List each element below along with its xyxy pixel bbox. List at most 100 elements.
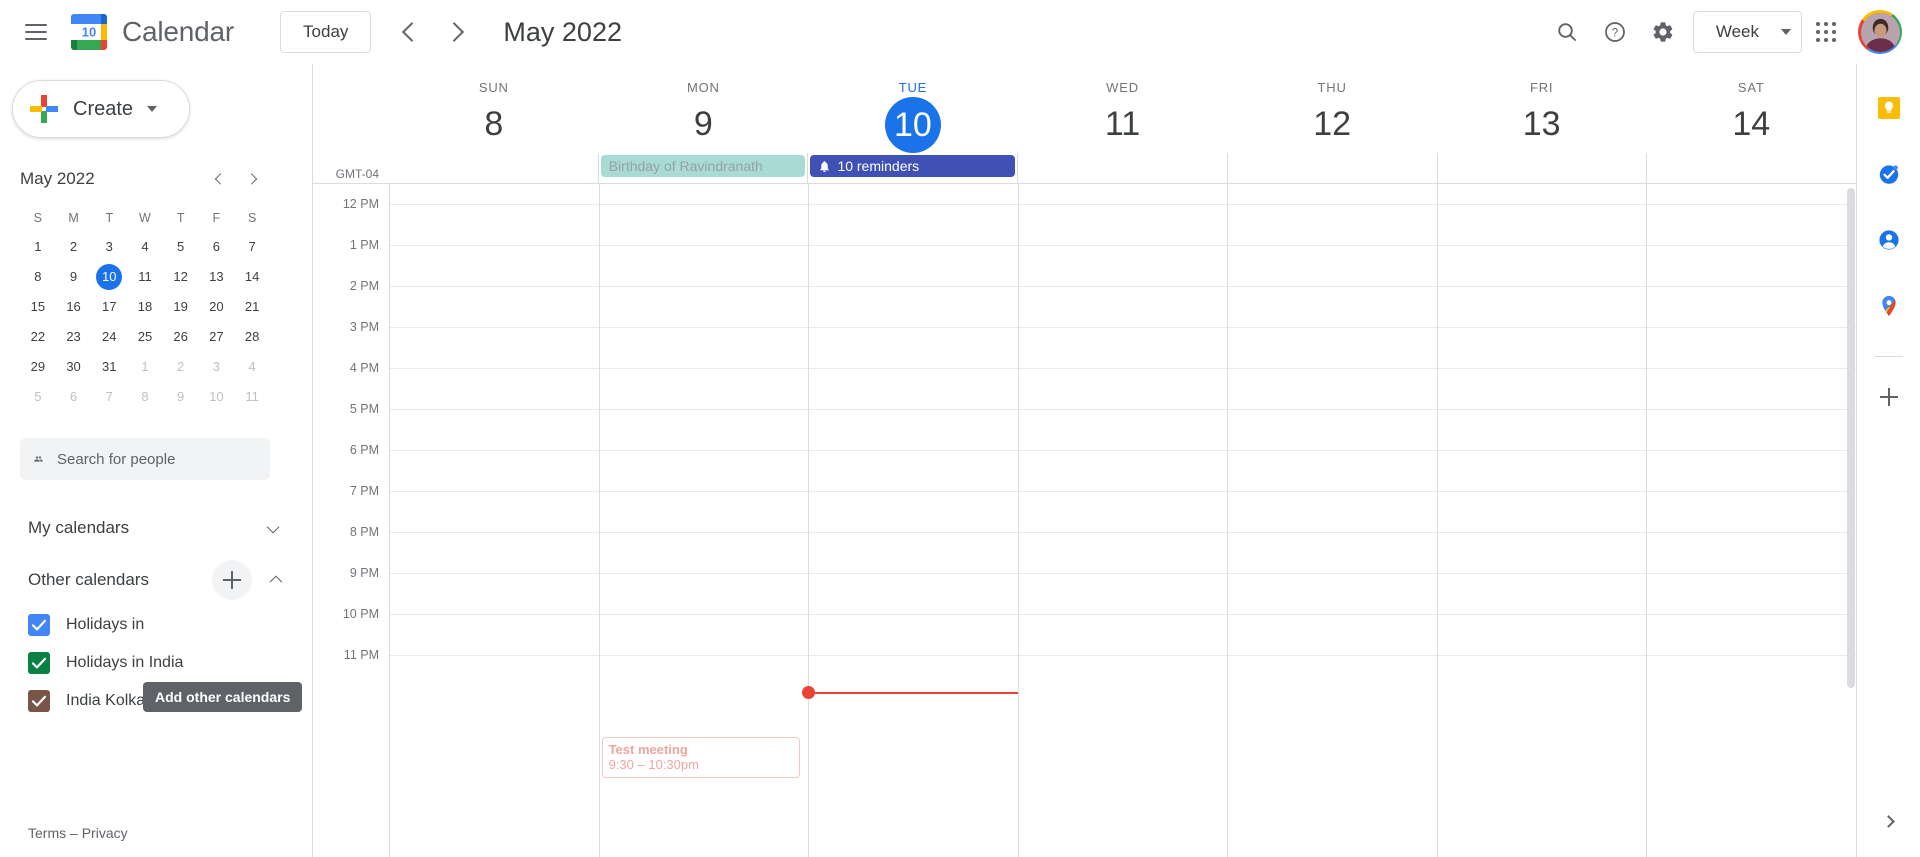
day-column[interactable] <box>389 184 599 857</box>
mini-calendar-day[interactable]: 10 <box>96 264 123 290</box>
all-day-cell[interactable] <box>1017 153 1227 183</box>
mini-calendar-day[interactable]: 23 <box>61 324 87 350</box>
day-column[interactable] <box>1227 184 1437 857</box>
mini-calendar-day[interactable]: 30 <box>61 354 87 380</box>
all-day-cell[interactable] <box>1226 153 1437 183</box>
calendar-scroll-area[interactable]: 12 PM 1 PM 2 PM 3 PM 4 PM 5 PM 6 PM 7 PM 8 PM 9 P… <box>313 184 1856 857</box>
calendar-list-item[interactable]: Holidays in India <box>10 644 302 682</box>
google-contacts-button[interactable] <box>1867 218 1911 262</box>
all-day-cell[interactable]: Birthday of Ravindranath <box>597 153 808 183</box>
mini-calendar-day[interactable]: 31 <box>96 354 122 380</box>
help-button[interactable]: ? <box>1591 8 1639 56</box>
search-button[interactable] <box>1543 8 1591 56</box>
mini-calendar-day[interactable]: 16 <box>61 294 87 320</box>
mini-calendar-day[interactable]: 5 <box>25 384 51 410</box>
day-number-button[interactable]: 10 <box>884 97 941 153</box>
calendar-list-item[interactable]: Holidays in <box>10 606 302 644</box>
mini-calendar-day[interactable]: 11 <box>239 384 265 410</box>
mini-calendar-day[interactable]: 4 <box>132 234 158 260</box>
mini-calendar-day[interactable]: 9 <box>168 384 194 410</box>
scrollbar-thumb[interactable] <box>1847 188 1855 688</box>
all-day-cell[interactable] <box>1646 153 1856 183</box>
day-number-button[interactable]: 12 <box>1227 97 1437 151</box>
mini-calendar-day[interactable]: 15 <box>25 294 51 320</box>
day-number-button[interactable]: 11 <box>1018 97 1228 151</box>
day-column[interactable] <box>808 184 1018 857</box>
mini-calendar-day[interactable]: 27 <box>203 324 229 350</box>
day-column[interactable] <box>1017 184 1228 857</box>
calendar-checkbox[interactable] <box>28 614 50 636</box>
mini-calendar-day[interactable]: 1 <box>25 234 51 260</box>
mini-calendar-day[interactable]: 4 <box>239 354 265 380</box>
mini-calendar-day[interactable]: 6 <box>61 384 87 410</box>
mini-calendar-day[interactable]: 26 <box>168 324 194 350</box>
mini-calendar-day[interactable]: 29 <box>25 354 51 380</box>
day-number-button[interactable]: 14 <box>1646 97 1856 151</box>
mini-calendar-day[interactable]: 17 <box>96 294 122 320</box>
mini-calendar-day[interactable]: 6 <box>203 234 229 260</box>
mini-calendar-day[interactable]: 5 <box>168 234 194 260</box>
hamburger-menu-button[interactable] <box>12 8 60 56</box>
calendar-event[interactable]: Test meeting 9:30 – 10:30pm <box>601 737 801 778</box>
mini-calendar-day[interactable]: 22 <box>25 324 51 350</box>
mini-calendar-day[interactable]: 24 <box>96 324 122 350</box>
my-calendars-collapse-button[interactable] <box>256 510 292 546</box>
add-addon-button[interactable] <box>1867 375 1911 419</box>
google-keep-button[interactable] <box>1867 86 1911 130</box>
mini-calendar-day[interactable]: 8 <box>25 264 51 290</box>
mini-calendar-day[interactable]: 2 <box>168 354 194 380</box>
mini-calendar-day[interactable]: 7 <box>239 234 265 260</box>
other-calendars-section[interactable]: Other calendars <box>10 554 302 606</box>
mini-calendar-day[interactable]: 12 <box>168 264 194 290</box>
all-day-event[interactable]: Birthday of Ravindranath <box>600 155 806 177</box>
day-number-button[interactable]: 9 <box>599 97 809 151</box>
mini-calendar-day[interactable]: 8 <box>132 384 158 410</box>
day-column[interactable]: Test meeting 9:30 – 10:30pm <box>598 184 809 857</box>
day-number-button[interactable]: 13 <box>1437 97 1647 151</box>
mini-calendar-day[interactable]: 14 <box>239 264 265 290</box>
google-maps-button[interactable] <box>1867 284 1911 328</box>
mini-calendar-day[interactable]: 11 <box>132 264 158 290</box>
other-calendars-collapse-button[interactable] <box>256 562 292 598</box>
mini-calendar-day[interactable]: 3 <box>203 354 229 380</box>
view-selector[interactable]: Week <box>1692 11 1802 53</box>
mini-calendar-day[interactable]: 10 <box>203 384 229 410</box>
google-apps-button[interactable] <box>1802 8 1850 56</box>
my-calendars-section[interactable]: My calendars <box>10 502 302 554</box>
mini-calendar-day[interactable]: 18 <box>132 294 158 320</box>
calendar-checkbox[interactable] <box>28 690 50 712</box>
mini-calendar-day[interactable]: 9 <box>61 264 87 290</box>
settings-button[interactable] <box>1639 8 1687 56</box>
privacy-link[interactable]: Privacy <box>82 825 128 841</box>
next-period-button[interactable] <box>433 8 481 56</box>
terms-link[interactable]: Terms <box>28 825 66 841</box>
all-day-cell[interactable]: 10 reminders <box>807 153 1017 183</box>
add-other-calendars-button[interactable] <box>212 560 252 600</box>
mini-calendar-day[interactable]: 1 <box>132 354 158 380</box>
mini-calendar-prev-button[interactable] <box>202 162 236 196</box>
previous-period-button[interactable] <box>385 8 433 56</box>
search-people-input[interactable] <box>57 450 256 468</box>
mini-calendar-day[interactable]: 21 <box>239 294 265 320</box>
all-day-event[interactable]: 10 reminders <box>810 155 1016 177</box>
mini-calendar-day[interactable]: 25 <box>132 324 158 350</box>
mini-calendar-day[interactable]: 2 <box>61 234 87 260</box>
mini-calendar-day[interactable]: 13 <box>203 264 229 290</box>
mini-calendar-day[interactable]: 7 <box>96 384 122 410</box>
search-for-people[interactable] <box>20 438 270 480</box>
day-column[interactable] <box>1646 184 1856 857</box>
day-column[interactable] <box>1436 184 1647 857</box>
all-day-cell[interactable] <box>1436 153 1647 183</box>
vertical-scrollbar[interactable] <box>1847 188 1855 853</box>
mini-calendar-day[interactable]: 19 <box>168 294 194 320</box>
create-button[interactable]: Create <box>12 80 190 138</box>
calendar-checkbox[interactable] <box>28 652 50 674</box>
mini-calendar-day[interactable]: 28 <box>239 324 265 350</box>
all-day-cell[interactable] <box>389 153 598 183</box>
mini-calendar-day[interactable]: 3 <box>96 234 122 260</box>
mini-calendar-next-button[interactable] <box>236 162 270 196</box>
expand-side-panel-button[interactable] <box>1869 801 1909 841</box>
google-calendar-logo-icon[interactable]: 10 <box>68 11 110 53</box>
google-tasks-button[interactable] <box>1867 152 1911 196</box>
day-number-button[interactable]: 8 <box>389 97 599 151</box>
